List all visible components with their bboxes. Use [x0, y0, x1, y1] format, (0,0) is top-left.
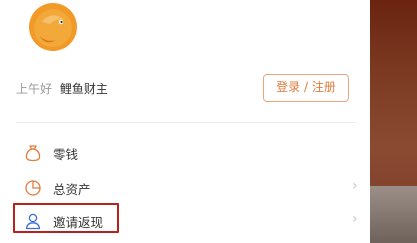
- coin-pouch-icon: [25, 145, 41, 162]
- chevron-right-icon: ›: [352, 178, 358, 194]
- login-register-button[interactable]: 登录 / 注册: [263, 74, 349, 102]
- menu-item-label: 零钱: [53, 147, 79, 162]
- menu-item-invite-cashback[interactable]: 邀请返现 ›: [16, 205, 360, 235]
- chevron-right-icon: ›: [352, 211, 358, 227]
- pie-chart-icon: [25, 180, 41, 196]
- background-lower-panel: [370, 186, 417, 243]
- greeting-text: 上午好: [16, 82, 53, 96]
- koi-fish-logo-icon[interactable]: [28, 2, 78, 52]
- side-drawer: 上午好 鲤鱼财主 登录 / 注册 零钱 总资产 › 邀请返现 ›: [0, 0, 370, 243]
- user-greeting: 上午好 鲤鱼财主: [16, 80, 108, 97]
- menu-item-wallet[interactable]: 零钱: [16, 137, 360, 167]
- user-icon: [25, 213, 41, 230]
- divider: [16, 122, 356, 123]
- menu-item-label: 邀请返现: [53, 215, 104, 230]
- menu-item-label: 总资产: [53, 182, 91, 197]
- username: 鲤鱼财主: [59, 82, 108, 96]
- menu-item-total-assets[interactable]: 总资产 ›: [16, 172, 360, 202]
- background-page: [370, 0, 417, 243]
